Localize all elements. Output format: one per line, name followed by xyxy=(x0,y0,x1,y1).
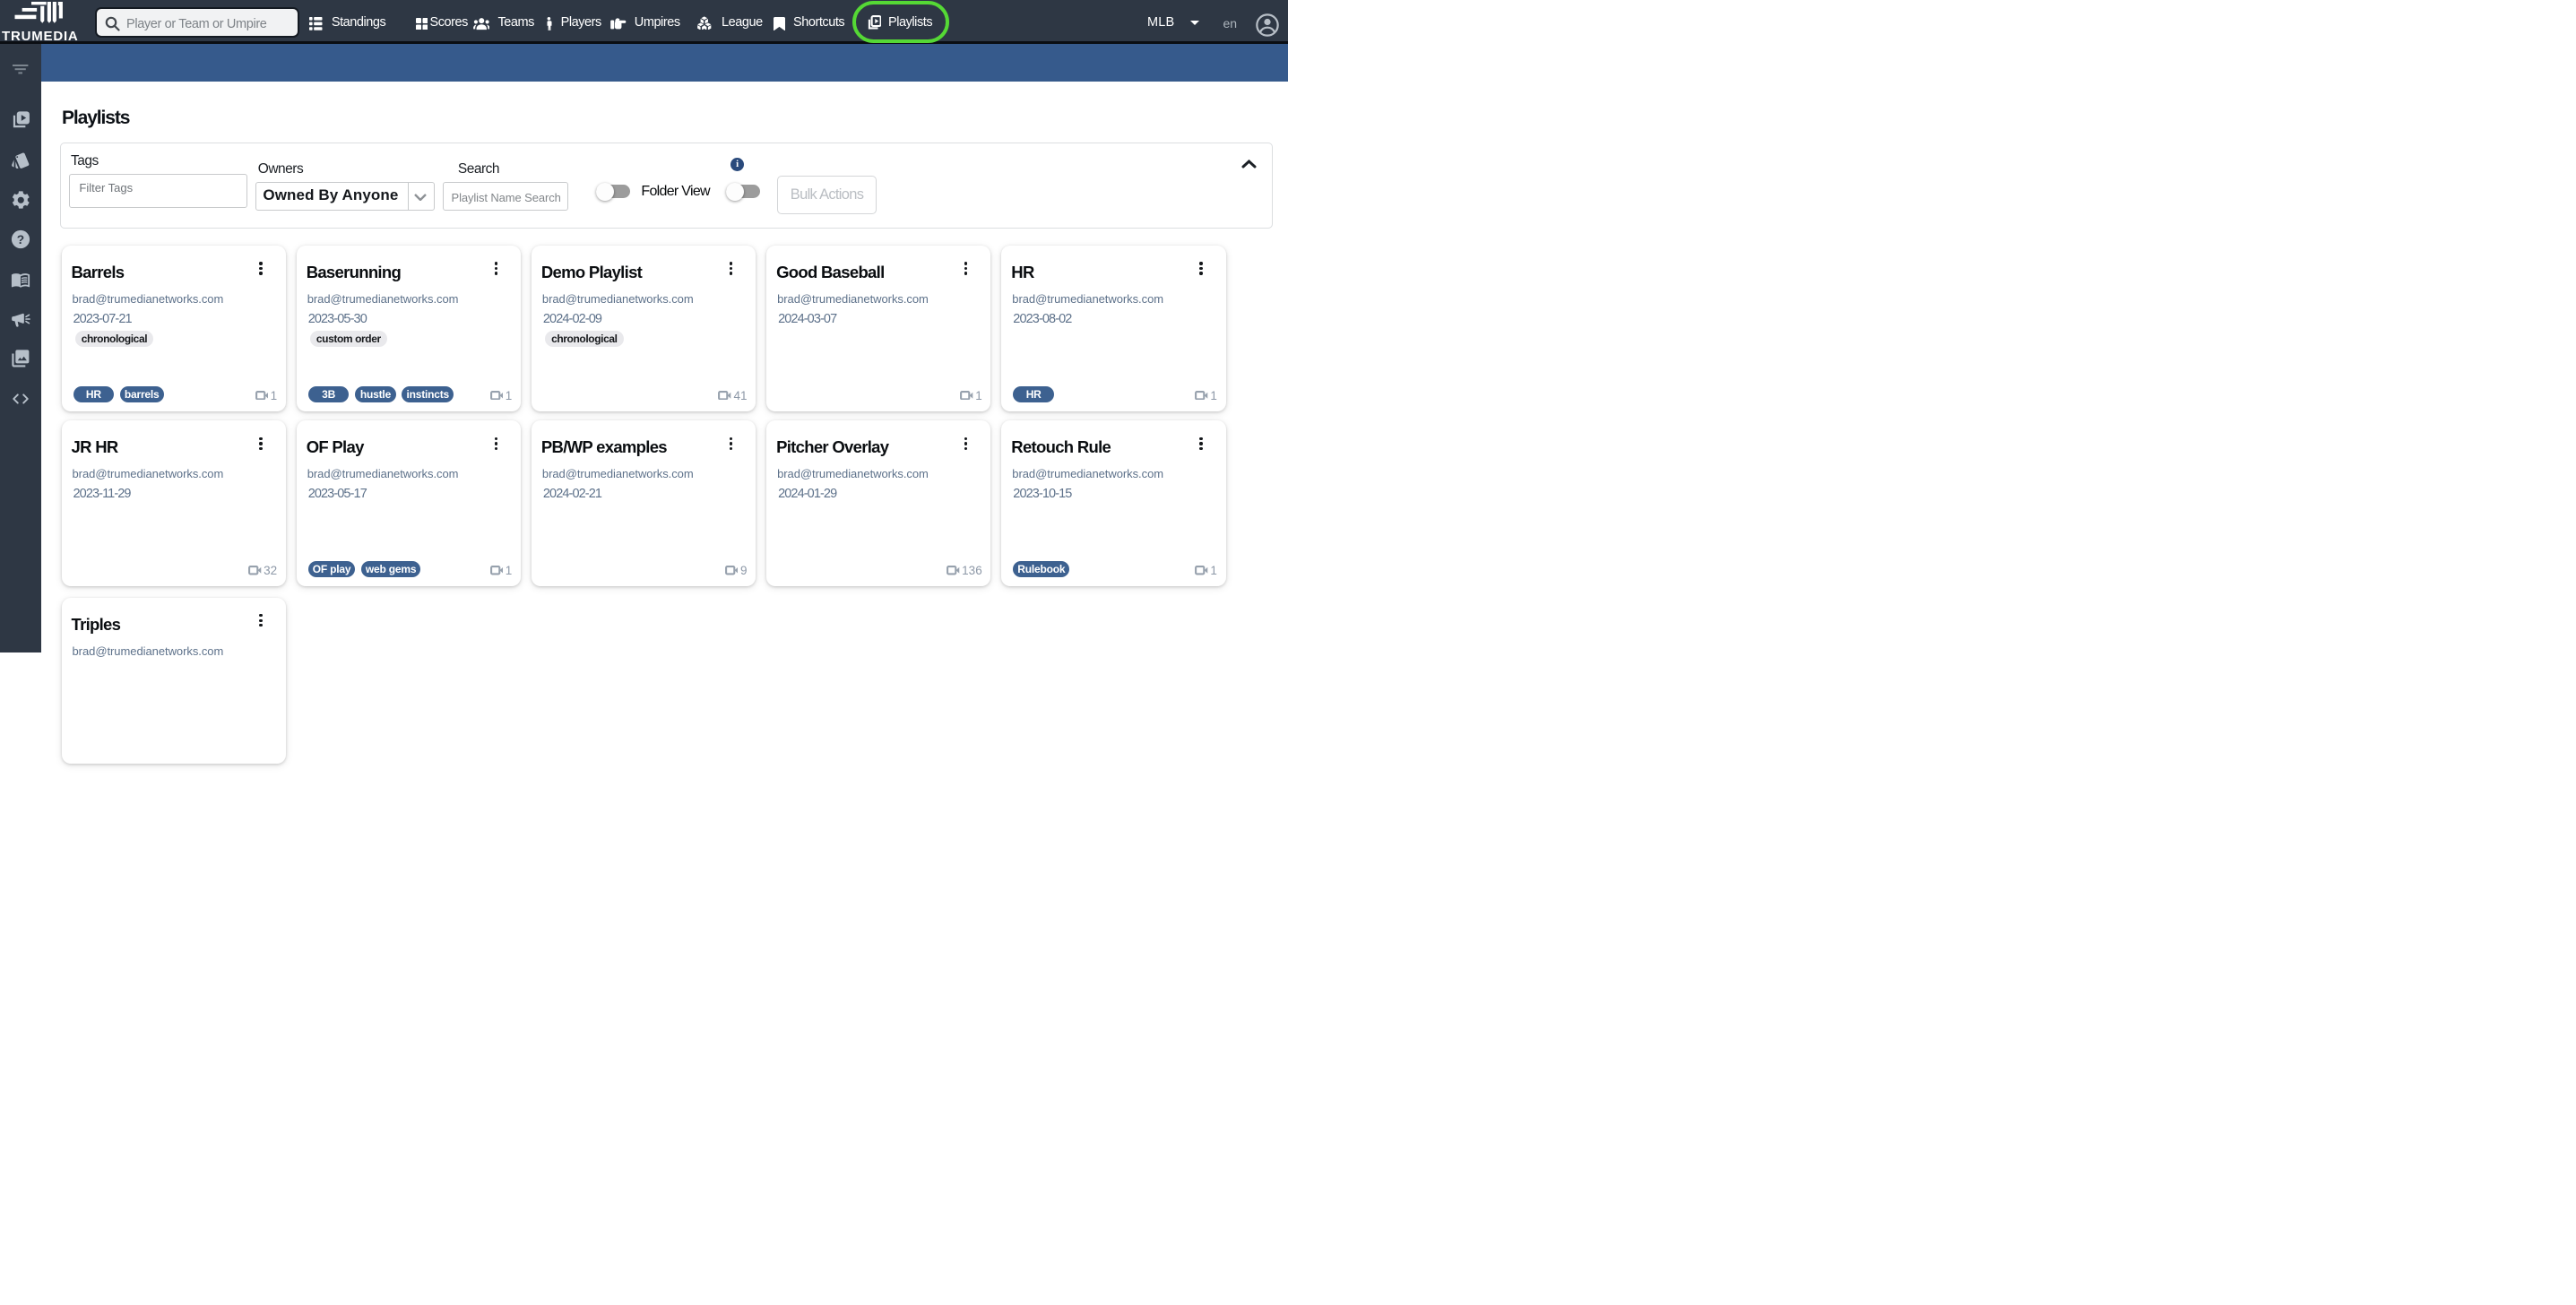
svg-text:?: ? xyxy=(17,233,24,246)
